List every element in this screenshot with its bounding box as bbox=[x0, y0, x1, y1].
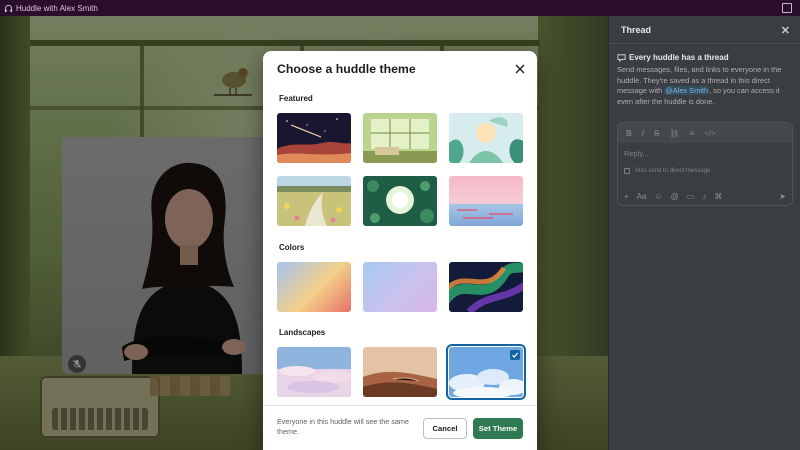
window-title: Huddle with Alex Smith bbox=[16, 3, 98, 13]
message-composer[interactable]: B I S ⛓ ≡ </> Reply... Also send to dire… bbox=[617, 122, 793, 206]
selected-check-icon bbox=[510, 350, 520, 360]
theme-list[interactable]: Featured Colors Landscapes bbox=[263, 87, 537, 405]
formatting-toolbar: B I S ⛓ ≡ </> bbox=[618, 123, 792, 143]
plus-icon[interactable]: + bbox=[624, 192, 629, 201]
also-send-checkbox[interactable] bbox=[624, 168, 630, 174]
composer-tools: + Aa ☺ @ ▭ ♪ ⌘ ➤ bbox=[624, 192, 786, 201]
minimize-window-icon[interactable] bbox=[782, 3, 792, 13]
thread-info-title: Every huddle has a thread bbox=[629, 53, 729, 62]
italic-icon[interactable]: I bbox=[642, 129, 644, 138]
theme-aurora-gradient[interactable] bbox=[449, 262, 523, 312]
theme-desert-dunes[interactable] bbox=[363, 347, 437, 397]
theme-sunset-gradient[interactable] bbox=[277, 262, 351, 312]
list-icon[interactable]: ≡ bbox=[690, 129, 695, 138]
code-icon[interactable]: </> bbox=[704, 129, 716, 138]
video-icon[interactable]: ▭ bbox=[687, 192, 695, 201]
theme-tropical-leaves[interactable] bbox=[449, 113, 523, 163]
link-icon[interactable]: ⛓ bbox=[669, 129, 679, 138]
thread-panel: Thread ✕ Every huddle has a thread Send … bbox=[608, 16, 800, 450]
window-title-bar: Huddle with Alex Smith bbox=[0, 0, 800, 16]
thread-icon bbox=[617, 54, 626, 62]
set-theme-button[interactable]: Set Theme bbox=[473, 418, 523, 439]
dialog-title: Choose a huddle theme bbox=[277, 62, 416, 76]
microphone-icon[interactable]: ♪ bbox=[702, 192, 706, 201]
dialog-footer: Everyone in this huddle will see the sam… bbox=[263, 405, 537, 450]
section-featured-label: Featured bbox=[279, 94, 313, 103]
section-landscapes-label: Landscapes bbox=[279, 328, 326, 337]
theme-greenhouse-window[interactable] bbox=[363, 113, 437, 163]
theme-lavender-gradient[interactable] bbox=[363, 262, 437, 312]
headphones-icon bbox=[4, 4, 13, 12]
close-icon[interactable] bbox=[513, 62, 527, 76]
emoji-icon[interactable]: ☺ bbox=[654, 192, 662, 201]
theme-blue-sky-clouds[interactable] bbox=[446, 344, 526, 400]
shortcut-icon[interactable]: ⌘ bbox=[714, 192, 722, 201]
theme-flower-field[interactable] bbox=[277, 176, 351, 226]
also-send-option[interactable]: Also send to direct message bbox=[618, 164, 792, 174]
theme-lily-pond[interactable] bbox=[363, 176, 437, 226]
section-colors-label: Colors bbox=[279, 243, 305, 252]
user-mention[interactable]: @Alex Smith bbox=[664, 86, 710, 96]
theme-pink-sunset-sea[interactable] bbox=[449, 176, 523, 226]
also-send-label: Also send to direct message bbox=[635, 168, 711, 174]
footer-note: Everyone in this huddle will see the sam… bbox=[277, 417, 409, 436]
thread-title: Thread bbox=[621, 24, 652, 35]
bold-icon[interactable]: B bbox=[626, 129, 632, 138]
send-icon[interactable]: ➤ bbox=[779, 192, 786, 201]
huddle-theme-dialog: Choose a huddle theme Featured Colors La… bbox=[263, 51, 537, 450]
theme-pastel-clouds[interactable] bbox=[277, 347, 351, 397]
reply-input[interactable]: Reply... bbox=[618, 143, 792, 164]
mention-icon[interactable]: @ bbox=[671, 192, 679, 201]
text-format-icon[interactable]: Aa bbox=[637, 192, 647, 201]
strikethrough-icon[interactable]: S bbox=[654, 129, 659, 138]
cancel-button[interactable]: Cancel bbox=[423, 418, 467, 439]
thread-info: Every huddle has a thread Send messages,… bbox=[609, 44, 800, 107]
thread-info-text: Send messages, files, and links to every… bbox=[617, 65, 782, 106]
thread-header: Thread ✕ bbox=[609, 16, 800, 44]
close-icon[interactable]: ✕ bbox=[781, 24, 790, 37]
theme-space-scene[interactable] bbox=[277, 113, 351, 163]
